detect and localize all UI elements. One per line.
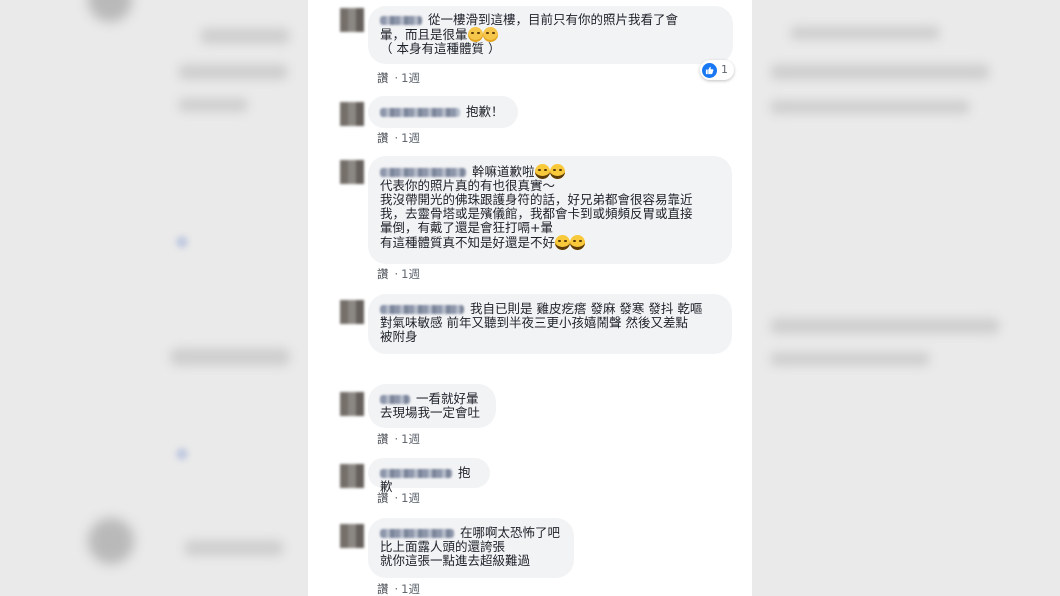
- comment-line: 在哪啊太恐怖了吧: [380, 526, 562, 540]
- comment-meta: 讚 · 1週: [377, 131, 420, 145]
- laughing-face-emoji-icon: [549, 164, 565, 179]
- avatar[interactable]: [340, 8, 364, 32]
- author-name-blurred[interactable]: [380, 529, 454, 538]
- author-name-blurred[interactable]: [380, 469, 452, 478]
- laughing-face-emoji-icon: [534, 164, 550, 179]
- timestamp[interactable]: 1週: [401, 131, 420, 145]
- comment-bubble: 從一樓滑到這樓，目前只有你的照片我看了會 暈，而且是很暈 （ 本身有這種體質 ）: [368, 6, 733, 64]
- comment-line: 代表你的照片真的有也很真實～: [380, 178, 556, 193]
- timestamp[interactable]: 1週: [401, 71, 420, 85]
- laughing-face-emoji-icon: [570, 235, 586, 250]
- avatar[interactable]: [340, 300, 364, 324]
- comment-bubble: 抱歉！: [368, 96, 518, 128]
- like-link[interactable]: 讚: [377, 131, 389, 145]
- avatar[interactable]: [340, 524, 364, 548]
- author-name-blurred[interactable]: [380, 108, 460, 117]
- comment-bubble: 我自已則是 雞皮疙瘩 發麻 發寒 發抖 乾嘔 對氣味敏感 前年又聽到半夜三更小孩…: [368, 294, 732, 354]
- comment-bubble: 在哪啊太恐怖了吧 比上面露人頭的還誇張 就你這張一點進去超級難過: [368, 518, 574, 578]
- like-link[interactable]: 讚: [377, 267, 389, 281]
- avatar[interactable]: [340, 160, 364, 184]
- comment-meta: 讚 · 1週: [377, 71, 420, 85]
- comment-line: 被附身: [380, 329, 418, 344]
- comment-line: （ 本身有這種體質 ）: [380, 41, 501, 56]
- author-name-blurred[interactable]: [380, 305, 464, 314]
- author-name-blurred[interactable]: [380, 395, 410, 404]
- comment-meta: 讚 · 1週: [377, 491, 420, 505]
- comment-line: 對氣味敏感 前年又聽到半夜三更小孩嬉鬧聲 然後又差點: [380, 315, 688, 330]
- comment-bubble: 一看就好暈 去現場我一定會吐: [368, 384, 496, 428]
- comment-feed: 從一樓滑到這樓，目前只有你的照片我看了會 暈，而且是很暈 （ 本身有這種體質 ）…: [308, 0, 752, 596]
- timestamp[interactable]: 1週: [401, 432, 420, 446]
- comment-line: 比上面露人頭的還誇張: [380, 539, 506, 554]
- like-link[interactable]: 讚: [377, 71, 389, 85]
- sad-face-emoji-icon: [482, 27, 498, 42]
- comment-meta: 讚 · 1週: [377, 582, 420, 596]
- reaction-badge[interactable]: 1: [700, 60, 734, 80]
- comment-line: 暈，而且是很暈: [380, 27, 721, 42]
- comment-line: 從一樓滑到這樓，目前只有你的照片我看了會: [380, 13, 721, 27]
- like-thumb-icon: [702, 62, 717, 78]
- timestamp[interactable]: 1週: [401, 582, 420, 596]
- timestamp[interactable]: 1週: [401, 267, 420, 281]
- comment-line: 就你這張一點進去超級難過: [380, 553, 531, 568]
- comment-line: 一看就好暈: [380, 392, 484, 406]
- like-link[interactable]: 讚: [377, 582, 389, 596]
- laughing-face-emoji-icon: [555, 235, 571, 250]
- like-link[interactable]: 讚: [377, 491, 389, 505]
- comment-bubble: 幹嘛道歉啦 代表你的照片真的有也很真實～ 我沒帶開光的佛珠跟護身符的話，好兄弟都…: [368, 156, 732, 264]
- comment-line: 幹嘛道歉啦: [380, 164, 720, 179]
- like-link[interactable]: 讚: [377, 432, 389, 446]
- avatar[interactable]: [340, 102, 364, 126]
- comment-meta: 讚 · 1週: [377, 267, 420, 281]
- comment-line: 我沒帶開光的佛珠跟護身符的話，好兄弟都會很容易靠近: [380, 192, 693, 207]
- comment-line: 我，去靈骨塔或是殯儀館，我都會卡到或頻頻反胃或直接: [380, 206, 693, 221]
- sad-face-emoji-icon: [467, 27, 483, 42]
- reaction-count: 1: [721, 63, 728, 76]
- comment-line: 去現場我一定會吐: [380, 405, 481, 420]
- comment-line: 暈倒，有戴了還是會狂打嗝+暈: [380, 220, 553, 235]
- comment-meta: 讚 · 1週: [377, 432, 420, 446]
- avatar[interactable]: [340, 392, 364, 416]
- timestamp[interactable]: 1週: [401, 491, 420, 505]
- comment-line: 有這種體質真不知是好還是不好: [380, 235, 720, 250]
- author-name-blurred[interactable]: [380, 168, 466, 177]
- comment-bubble: 抱歉: [368, 458, 490, 494]
- author-name-blurred[interactable]: [380, 16, 422, 25]
- comment-line: 我自已則是 雞皮疙瘩 發麻 發寒 發抖 乾嘔: [380, 302, 720, 316]
- avatar[interactable]: [340, 464, 364, 488]
